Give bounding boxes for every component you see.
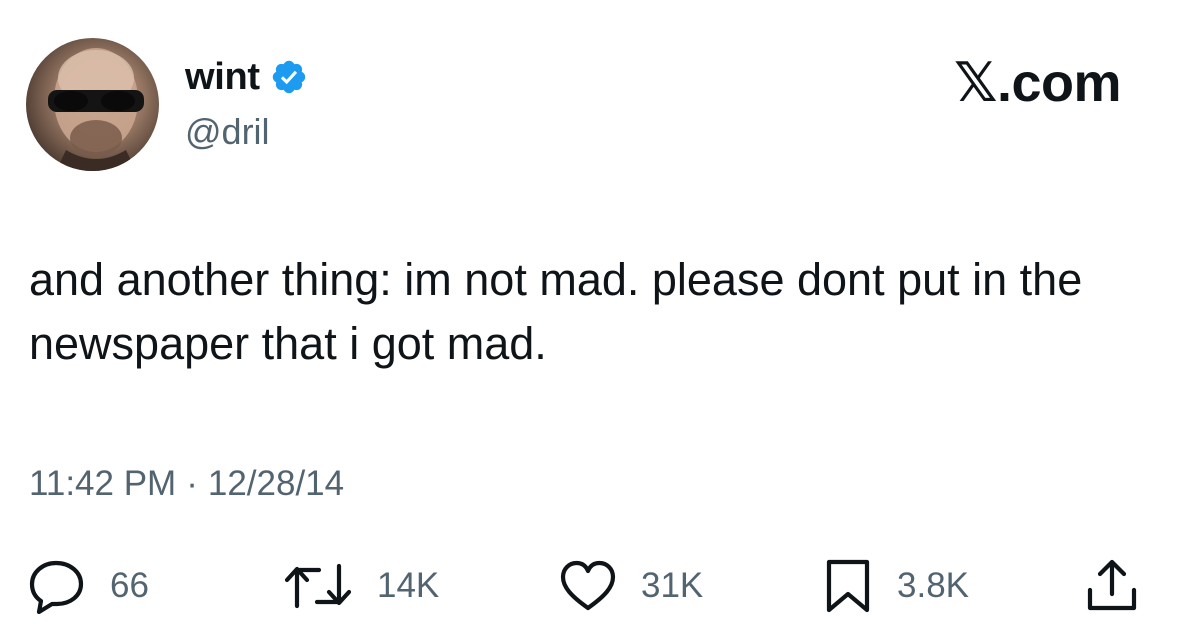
retweet-arrows-icon: [284, 563, 352, 609]
meta-separator: ·: [186, 464, 198, 503]
tweet-card: wint @dril 𝕏.com and another thing: im n…: [0, 0, 1179, 624]
speech-bubble-icon: [29, 560, 84, 614]
avatar-photo: [48, 48, 144, 171]
retweet-count: 14K: [377, 566, 440, 605]
reply-count: 66: [110, 566, 149, 605]
avatar[interactable]: [26, 38, 159, 171]
user-handle[interactable]: @dril: [185, 110, 270, 154]
tweet-timestamp[interactable]: 11:42 PM · 12/28/14: [29, 462, 344, 506]
verified-badge-icon: [272, 60, 306, 94]
retweet-button[interactable]: 14K: [283, 558, 439, 614]
brand-logo: 𝕏.com: [953, 53, 1122, 113]
reply-button[interactable]: 66: [28, 558, 149, 614]
like-button[interactable]: 31K: [559, 558, 703, 614]
share-button[interactable]: [1084, 558, 1140, 614]
bookmark-icon: [826, 559, 870, 613]
display-name[interactable]: wint: [185, 55, 260, 99]
heart-icon: [560, 560, 616, 611]
like-count: 31K: [641, 566, 704, 605]
tweet-date: 12/28/14: [207, 464, 345, 503]
bookmark-count: 3.8K: [897, 566, 969, 605]
bookmark-button[interactable]: 3.8K: [823, 558, 969, 614]
display-name-row: wint: [185, 55, 308, 99]
tweet-time: 11:42 PM: [29, 464, 177, 503]
tweet-actions: 66 14K 31K 3.8K: [0, 558, 1179, 614]
share-upload-icon: [1087, 559, 1137, 611]
tweet-text: and another thing: im not mad. please do…: [29, 254, 1083, 369]
